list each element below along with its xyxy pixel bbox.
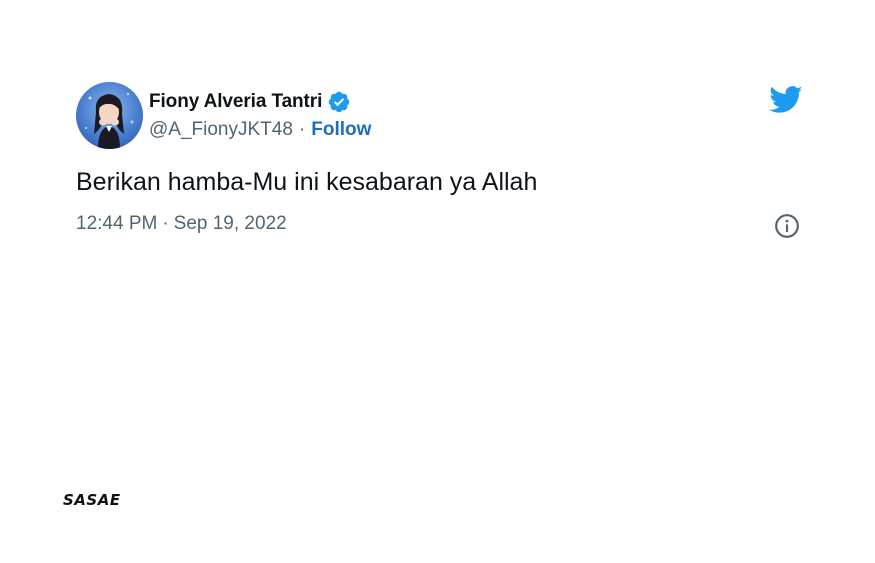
handle-separator: ·	[298, 119, 306, 140]
meta-separator: ·	[162, 213, 169, 234]
watermark-text: SASAE	[63, 492, 121, 508]
tweet-embed-page: Fiony Alveria Tantri @A_FionyJKT48 · Fol…	[0, 0, 875, 563]
tweet-meta: 12:44 PM · Sep 19, 2022	[76, 213, 287, 235]
tweet-time[interactable]: 12:44 PM	[76, 213, 157, 234]
tweet-date[interactable]: Sep 19, 2022	[174, 213, 287, 234]
author-block: Fiony Alveria Tantri @A_FionyJKT48 · Fol…	[149, 90, 371, 144]
info-icon[interactable]	[774, 213, 800, 239]
tweet-text: Berikan hamba-Mu ini kesabaran ya Allah	[76, 168, 538, 196]
follow-button[interactable]: Follow	[311, 119, 371, 141]
sasae-watermark-logo: SASAE	[63, 491, 149, 509]
handle-row: @A_FionyJKT48 · Follow	[149, 116, 371, 144]
tweet-card[interactable]: Fiony Alveria Tantri @A_FionyJKT48 · Fol…	[76, 82, 803, 252]
author-display-name[interactable]: Fiony Alveria Tantri	[149, 91, 322, 113]
author-handle[interactable]: @A_FionyJKT48	[149, 119, 293, 141]
name-row: Fiony Alveria Tantri	[149, 90, 371, 114]
twitter-bird-icon[interactable]	[769, 85, 803, 115]
avatar[interactable]	[76, 82, 143, 149]
verified-badge-icon	[327, 90, 351, 114]
